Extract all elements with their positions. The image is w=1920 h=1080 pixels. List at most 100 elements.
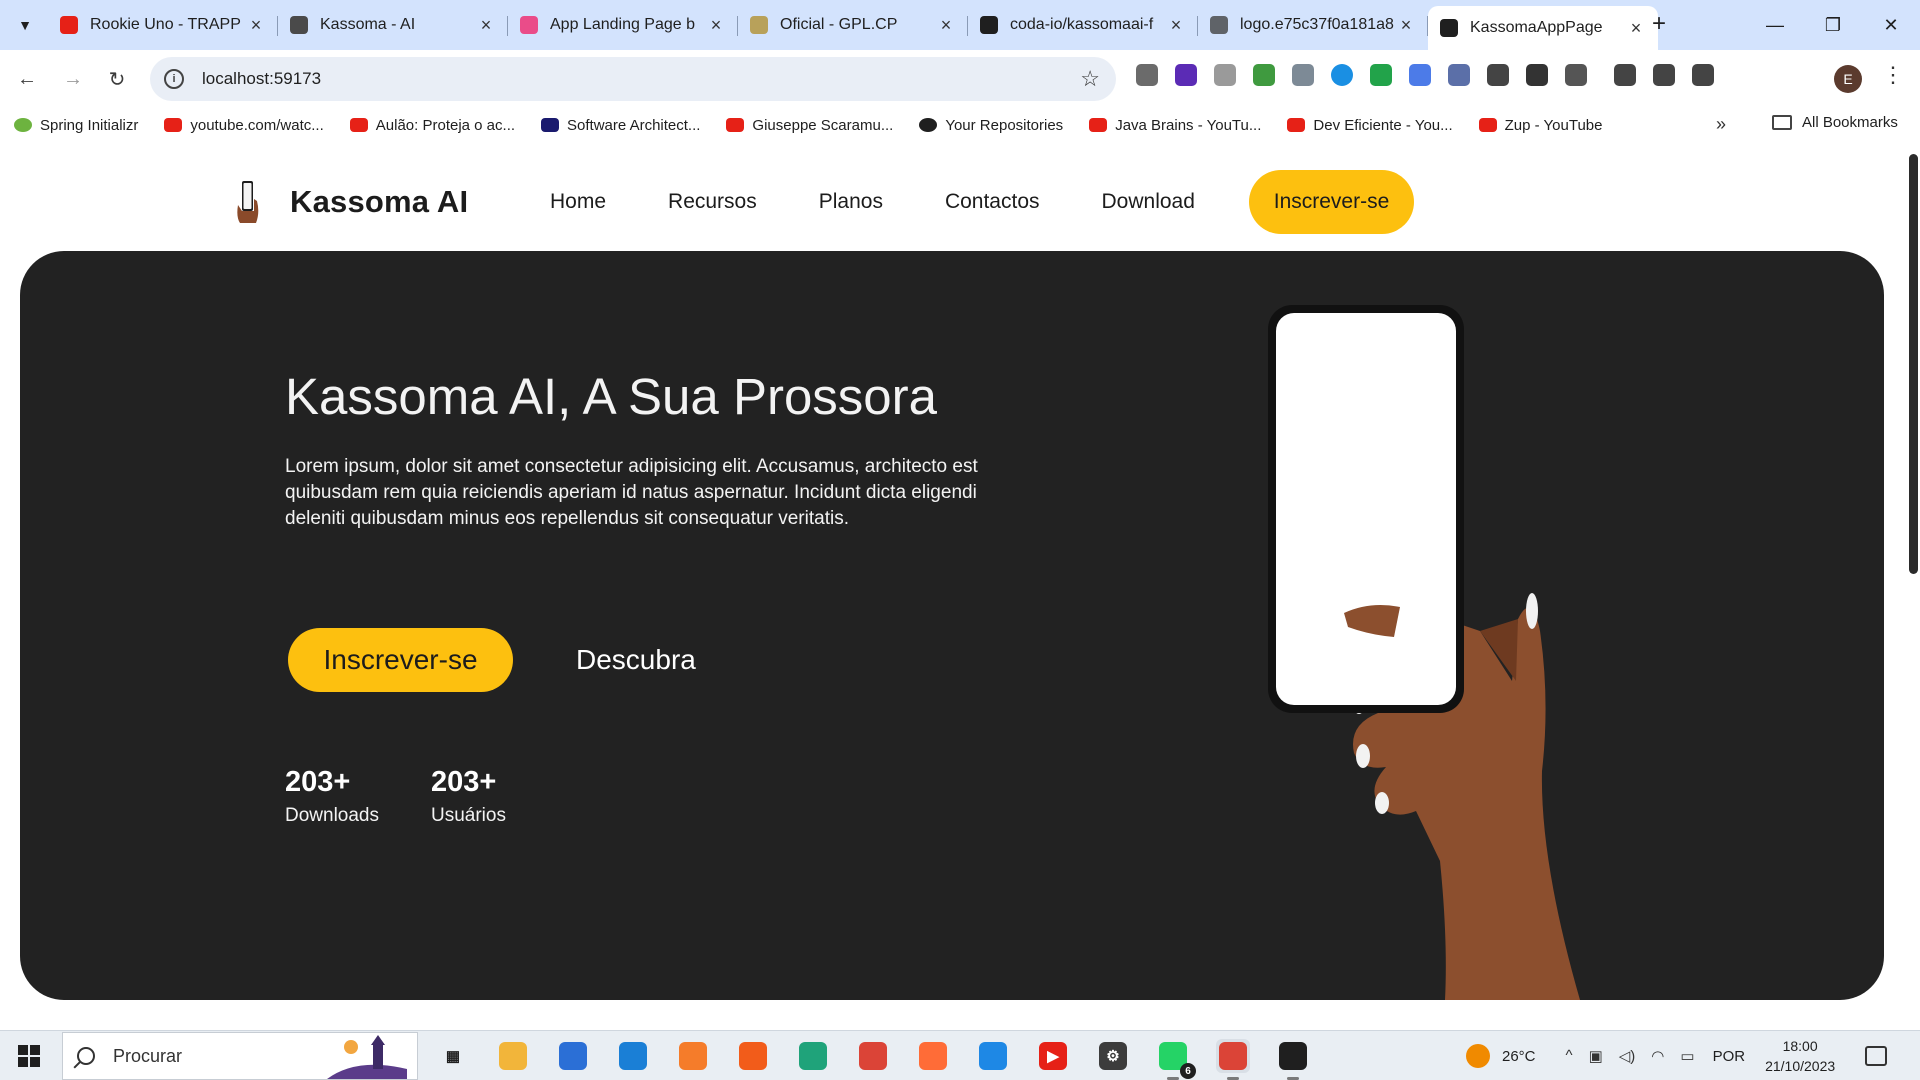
hero-signup-button[interactable]: Inscrever-se: [288, 628, 513, 692]
pen-extension-icon[interactable]: [1136, 64, 1158, 86]
new-tab-plus-icon[interactable]: +: [1652, 10, 1666, 38]
close-tab-icon[interactable]: ×: [1166, 15, 1186, 36]
plus-extension-icon[interactable]: [1370, 64, 1392, 86]
nav-link-home[interactable]: Home: [550, 190, 606, 214]
download-icon[interactable]: [1653, 64, 1675, 86]
bookmark-item[interactable]: youtube.com/watc...: [164, 117, 324, 134]
weather-temperature[interactable]: 26°C: [1502, 1048, 1536, 1065]
meet-now-icon[interactable]: ▣: [1589, 1047, 1603, 1065]
volume-icon[interactable]: ◁): [1619, 1047, 1636, 1065]
brand[interactable]: Kassoma AI: [230, 179, 468, 225]
close-tab-icon[interactable]: ×: [1396, 15, 1416, 36]
bookmark-item[interactable]: Your Repositories: [919, 117, 1063, 134]
bookmark-star-icon[interactable]: ☆: [1080, 66, 1100, 92]
bookmark-item[interactable]: Aulão: Proteja o ac...: [349, 117, 515, 134]
battery-icon[interactable]: ▭: [1680, 1047, 1694, 1065]
store-icon[interactable]: [556, 1039, 590, 1073]
chrome-icon[interactable]: [856, 1039, 890, 1073]
more-bookmarks-chevron-icon[interactable]: »: [1716, 114, 1726, 135]
taskbar-clock[interactable]: 18:00 21/10/2023: [1765, 1036, 1835, 1076]
screenshot-extension-icon[interactable]: [1487, 64, 1509, 86]
camera-extension-icon[interactable]: [1214, 64, 1236, 86]
minimize-icon[interactable]: —: [1746, 0, 1804, 50]
notification-center-icon[interactable]: [1865, 1046, 1888, 1066]
chrome-profile-icon[interactable]: [1216, 1039, 1250, 1080]
hand-holding-phone-illustration: [1268, 305, 1580, 1000]
web-page: Kassoma AI Home Recursos Planos Contactos Do…: [0, 142, 1920, 1030]
browser-tab[interactable]: Rookie Uno - TRAPP ×: [48, 6, 278, 44]
chevron-up-icon[interactable]: ^: [1566, 1047, 1573, 1065]
windows-start-icon[interactable]: [18, 1045, 40, 1067]
browser-tab[interactable]: KassomaAppPage ×: [1428, 6, 1658, 50]
bookmark-label: Java Brains - YouTu...: [1115, 116, 1262, 134]
nav-link-planos[interactable]: Planos: [819, 190, 883, 214]
office-icon[interactable]: [736, 1039, 770, 1073]
tab-search-chevron-icon[interactable]: ▼: [8, 8, 42, 42]
close-tab-icon[interactable]: ×: [936, 15, 956, 36]
nav-link-download[interactable]: Download: [1102, 190, 1195, 214]
taskbar-search-box[interactable]: Procurar: [62, 1032, 418, 1080]
globe-icon: [1210, 16, 1228, 34]
settings-icon[interactable]: ⚙: [1096, 1039, 1130, 1073]
nav-signup-button[interactable]: Inscrever-se: [1249, 170, 1414, 234]
record-extension-icon[interactable]: [1448, 64, 1470, 86]
extensions-puzzle-icon[interactable]: [1565, 64, 1587, 86]
postman-icon[interactable]: [916, 1039, 950, 1073]
vscode-icon[interactable]: [976, 1039, 1010, 1073]
file-explorer-icon[interactable]: [496, 1039, 530, 1073]
side-panel-icon[interactable]: [1692, 64, 1714, 86]
bookmark-item[interactable]: Java Brains - YouTu...: [1089, 117, 1261, 134]
weather-sun-icon[interactable]: [1466, 1044, 1490, 1068]
close-tab-icon[interactable]: ×: [706, 15, 726, 36]
close-window-icon[interactable]: ✕: [1862, 0, 1920, 50]
gear-extension-icon[interactable]: [1526, 64, 1548, 86]
page-scrollbar[interactable]: [1909, 154, 1918, 574]
nav-link-contactos[interactable]: Contactos: [945, 190, 1040, 214]
f-icon: [541, 118, 560, 132]
task-view-icon[interactable]: ▦: [436, 1039, 470, 1073]
puzzle-extension-icon[interactable]: [1253, 64, 1275, 86]
shield-extension-icon[interactable]: [1175, 64, 1197, 86]
whatsapp-icon[interactable]: 6: [1156, 1039, 1196, 1080]
restore-icon[interactable]: ❐: [1804, 0, 1862, 50]
mail-icon[interactable]: [616, 1039, 650, 1073]
bookmark-item[interactable]: Giuseppe Scaramu...: [726, 117, 893, 134]
site-info-icon[interactable]: i: [164, 69, 184, 89]
wifi-icon[interactable]: ◠: [1651, 1047, 1664, 1065]
address-url[interactable]: localhost:59173: [202, 69, 321, 89]
bookmark-item[interactable]: Software Architect...: [541, 117, 700, 134]
browser-tab[interactable]: coda-io/kassomaai-f ×: [968, 6, 1198, 44]
edge-icon[interactable]: [796, 1039, 830, 1073]
dribbble-icon: [520, 16, 538, 34]
forward-arrow-icon[interactable]: →: [56, 62, 90, 96]
browser-tab[interactable]: Oficial - GPL.CP ×: [738, 6, 968, 44]
vue-extension-icon[interactable]: [1292, 64, 1314, 86]
browser-tab[interactable]: App Landing Page b ×: [508, 6, 738, 44]
search-icon: [77, 1047, 95, 1065]
close-tab-icon[interactable]: ×: [246, 15, 266, 36]
xampp-icon-glyph: [679, 1042, 707, 1070]
input-language[interactable]: POR: [1713, 1048, 1746, 1065]
bookmark-item[interactable]: Spring Initializr: [14, 117, 138, 134]
reload-icon[interactable]: ↻: [100, 62, 134, 96]
shazam-extension-icon[interactable]: [1331, 64, 1353, 86]
browser-menu-icon[interactable]: ⋮: [1882, 62, 1904, 88]
hero-discover-button[interactable]: Descubra: [576, 628, 696, 692]
youtube-app-icon[interactable]: ▶: [1036, 1039, 1070, 1073]
bookmark-item[interactable]: Zup - YouTube: [1478, 117, 1603, 134]
close-tab-icon[interactable]: ×: [476, 15, 496, 36]
bookmark-item[interactable]: Dev Eficiente - You...: [1287, 117, 1453, 134]
back-arrow-icon[interactable]: ←: [10, 62, 44, 96]
profile-avatar[interactable]: E: [1834, 65, 1862, 93]
browser-tab[interactable]: logo.e75c37f0a181a8 ×: [1198, 6, 1428, 44]
terminal-icon[interactable]: [1276, 1039, 1310, 1080]
translate-extension-icon[interactable]: [1409, 64, 1431, 86]
close-tab-icon[interactable]: ×: [1626, 18, 1646, 39]
address-bar[interactable]: i localhost:59173 ☆: [150, 57, 1116, 101]
nav-link-recursos[interactable]: Recursos: [668, 190, 757, 214]
media-control-icon[interactable]: [1614, 64, 1636, 86]
youtube-app-icon-glyph: ▶: [1039, 1042, 1067, 1070]
xampp-icon[interactable]: [676, 1039, 710, 1073]
all-bookmarks-button[interactable]: All Bookmarks: [1772, 114, 1898, 131]
browser-tab[interactable]: Kassoma - AI ×: [278, 6, 508, 44]
